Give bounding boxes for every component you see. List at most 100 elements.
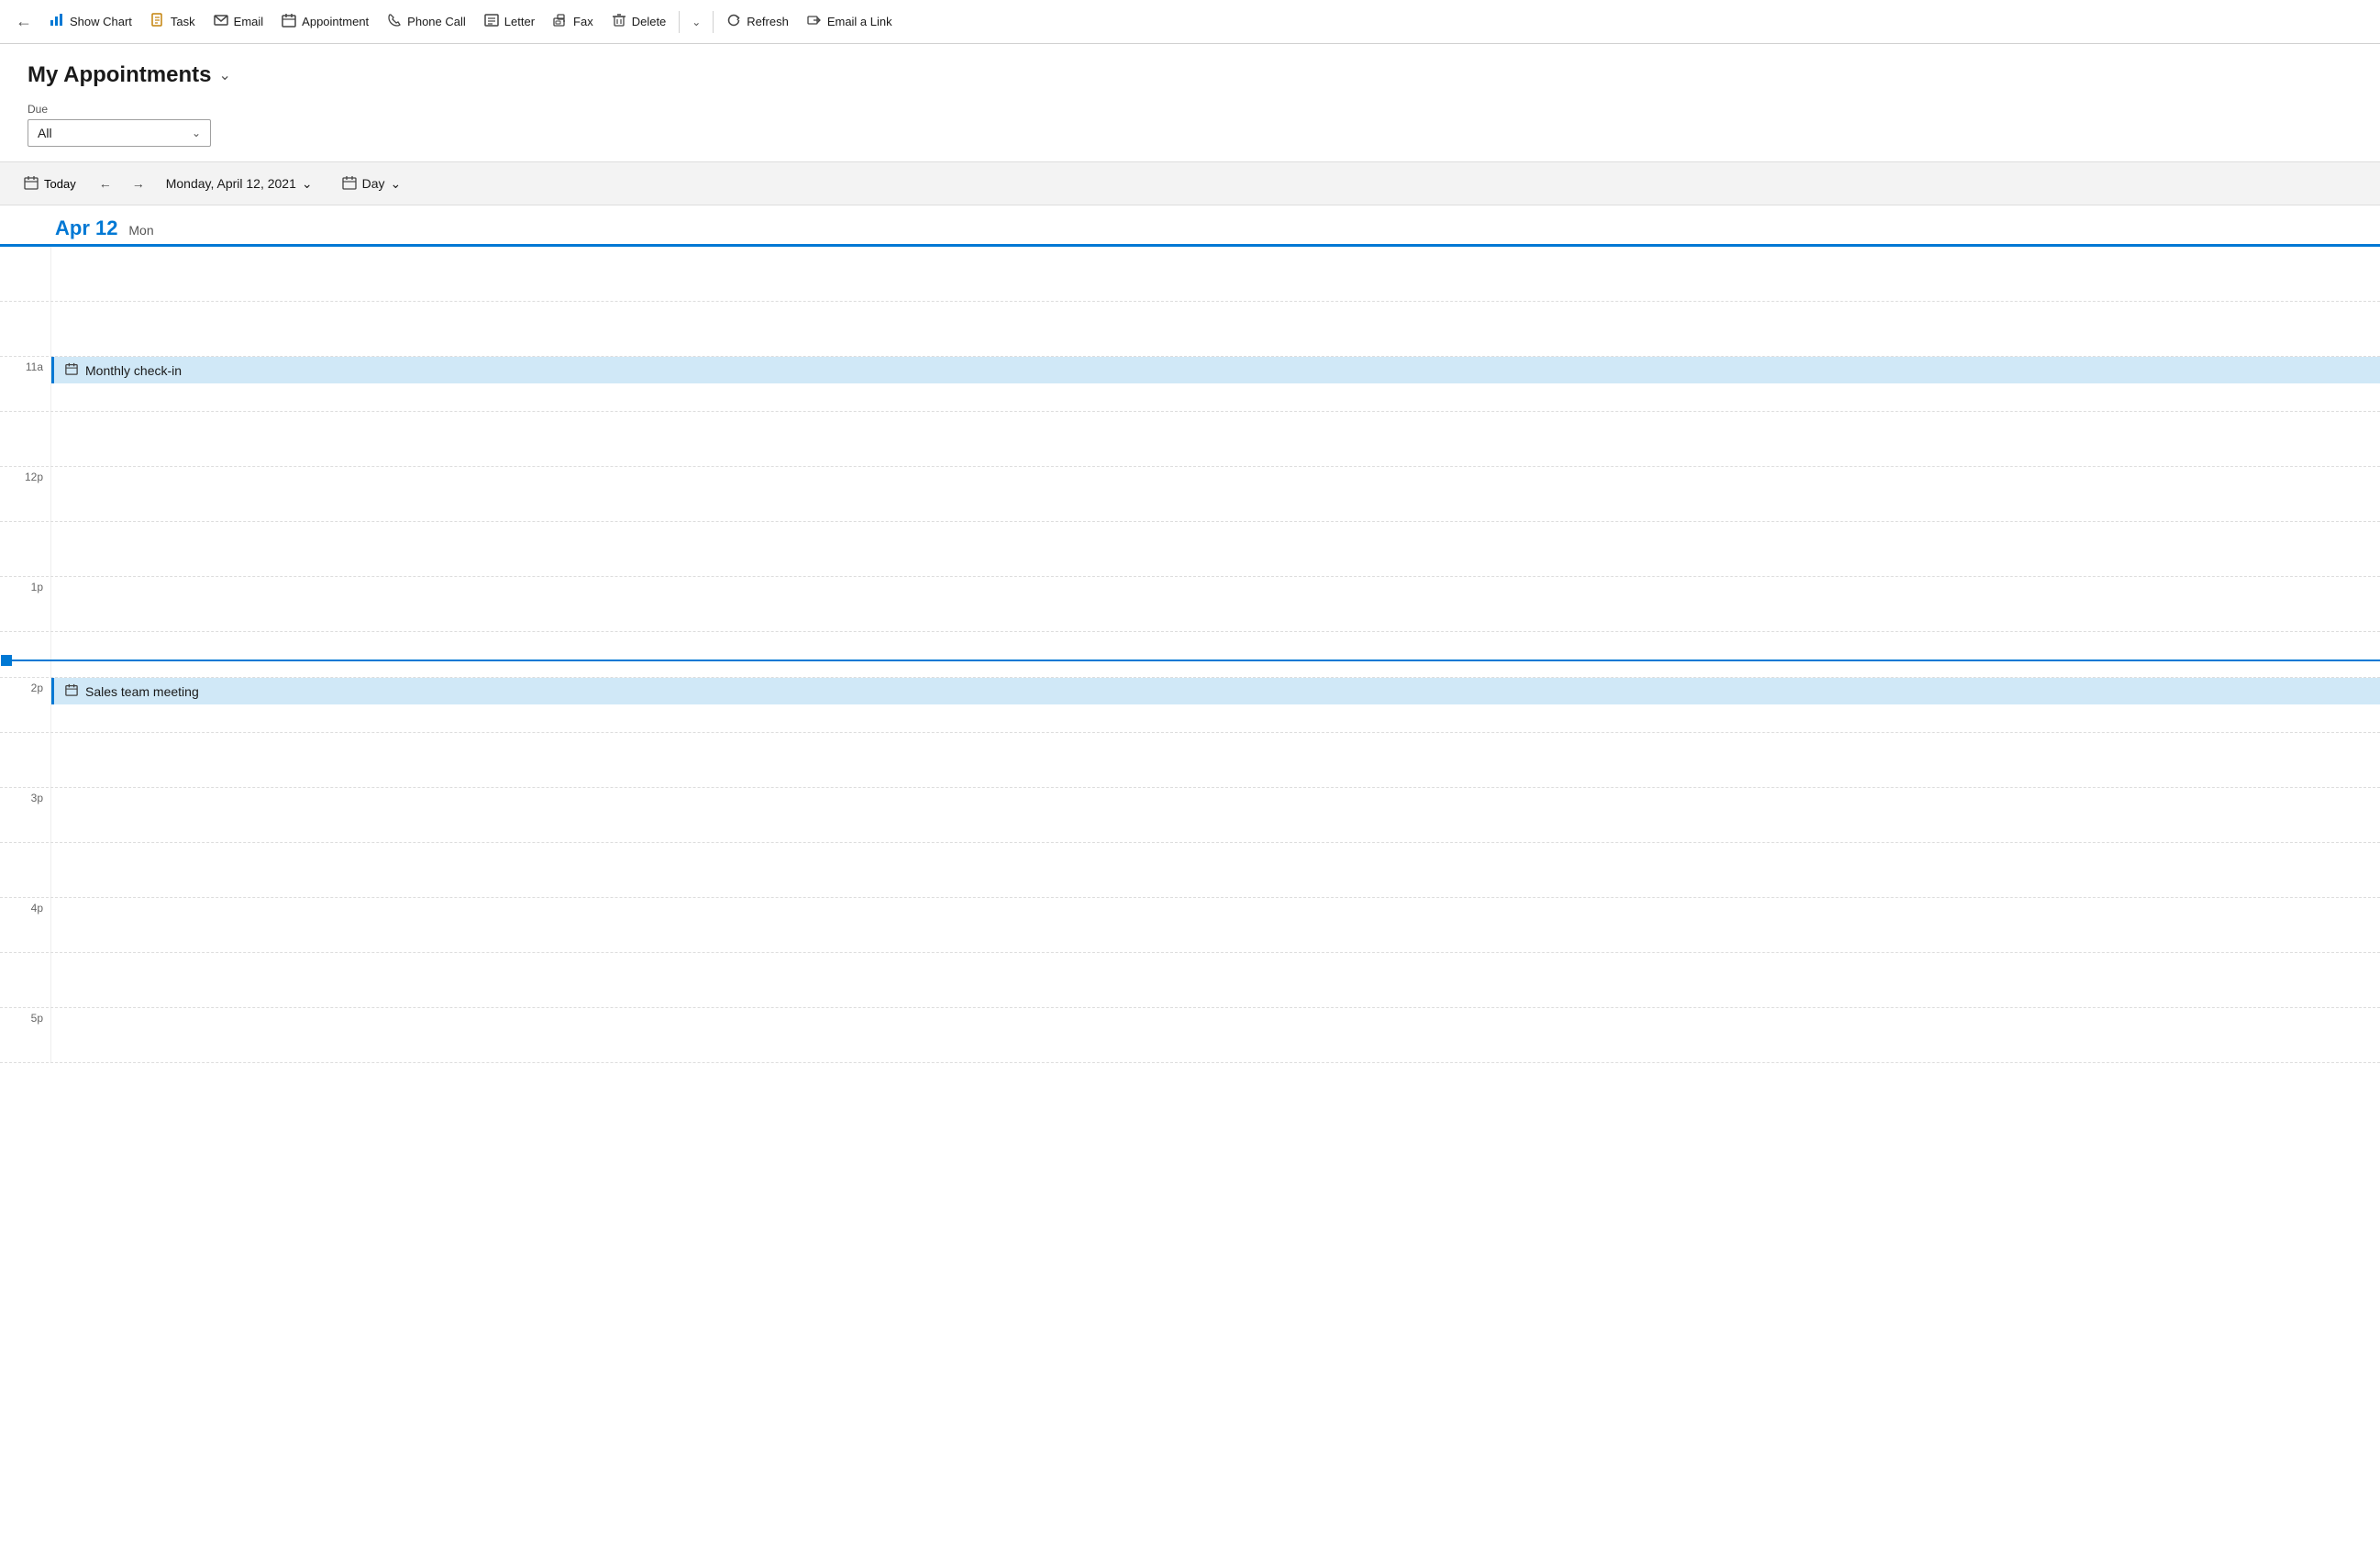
- time-row: [0, 247, 2380, 302]
- time-label-1p: 1p: [0, 577, 50, 631]
- due-filter-select[interactable]: All ⌄: [28, 119, 211, 147]
- time-row-130: [0, 632, 2380, 678]
- time-row-1130: [0, 412, 2380, 467]
- time-slot: [50, 522, 2380, 576]
- email-link-button[interactable]: Email a Link: [798, 7, 902, 37]
- fax-button[interactable]: Fax: [544, 7, 603, 37]
- time-slot: [50, 412, 2380, 466]
- phone-call-button[interactable]: Phone Call: [378, 7, 475, 37]
- time-row-12p: 12p: [0, 467, 2380, 522]
- time-grid: 11a Monthly check-in: [0, 247, 2380, 1063]
- back-button[interactable]: ←: [7, 6, 40, 39]
- time-label-11a: 11a: [0, 357, 50, 411]
- phone-call-label: Phone Call: [407, 15, 466, 28]
- appointment-block-icon-2: [65, 683, 78, 699]
- time-row-2p: 2p Sales team meeting: [0, 678, 2380, 733]
- appointment-monthly-checkin[interactable]: Monthly check-in: [51, 357, 2380, 383]
- time-label-2p: 2p: [0, 678, 50, 732]
- fax-icon: [553, 13, 568, 31]
- appointment-block-icon: [65, 362, 78, 378]
- month-date: Apr 12: [55, 216, 117, 239]
- view-chevron-icon: ⌄: [391, 176, 402, 192]
- current-time-bar: [12, 660, 2380, 661]
- show-chart-icon: [50, 13, 64, 31]
- time-label-empty7: [0, 843, 50, 897]
- toolbar-divider: [679, 11, 680, 33]
- refresh-label: Refresh: [747, 15, 789, 28]
- task-icon: [150, 13, 165, 31]
- filter-row: Due All ⌄: [0, 103, 2380, 161]
- appointment-sales-meeting[interactable]: Sales team meeting: [51, 678, 2380, 704]
- time-slot-5p: [50, 1008, 2380, 1062]
- page-title-row: My Appointments ⌄: [28, 62, 2352, 88]
- time-slot: [50, 247, 2380, 301]
- time-row-1230: [0, 522, 2380, 577]
- back-icon: ←: [16, 12, 32, 31]
- time-label-empty1: [0, 247, 50, 301]
- toolbar: ← Show Chart Task: [0, 0, 2380, 44]
- due-filter-label: Due: [28, 103, 2352, 116]
- time-slot-4p: [50, 898, 2380, 952]
- time-slot-1p: [50, 577, 2380, 631]
- appointment-button[interactable]: Appointment: [272, 7, 378, 37]
- toolbar-divider-2: [713, 11, 714, 33]
- letter-button[interactable]: Letter: [475, 7, 544, 37]
- email-icon: [214, 13, 228, 31]
- time-row-330: [0, 843, 2380, 898]
- prev-arrow-icon: ←: [99, 176, 112, 191]
- time-label-empty2: [0, 302, 50, 356]
- current-time-dot: [1, 655, 12, 666]
- show-chart-label: Show Chart: [70, 15, 132, 28]
- time-label-empty3: [0, 412, 50, 466]
- refresh-button[interactable]: Refresh: [717, 7, 798, 37]
- appointment-label: Appointment: [302, 15, 369, 28]
- appointment-title-1: Monthly check-in: [85, 363, 182, 378]
- time-slot-11a: Monthly check-in: [50, 357, 2380, 411]
- next-arrow-icon: →: [132, 176, 145, 191]
- page-header: My Appointments ⌄: [0, 44, 2380, 103]
- today-label: Today: [44, 177, 76, 191]
- time-slot-2p: Sales team meeting: [50, 678, 2380, 732]
- time-label-empty4: [0, 522, 50, 576]
- letter-icon: [484, 13, 499, 31]
- time-slot: [50, 302, 2380, 356]
- appointment-icon: [282, 13, 296, 31]
- due-filter-value: All: [38, 126, 184, 140]
- show-chart-button[interactable]: Show Chart: [40, 7, 141, 37]
- time-row-5p: 5p: [0, 1008, 2380, 1063]
- appointment-title-2: Sales team meeting: [85, 684, 199, 699]
- phone-icon: [387, 13, 402, 31]
- email-link-label: Email a Link: [827, 15, 892, 28]
- more-actions-button[interactable]: ⌄: [683, 6, 709, 39]
- delete-label: Delete: [632, 15, 667, 28]
- page-title-chevron[interactable]: ⌄: [218, 66, 230, 84]
- delete-icon: [612, 13, 626, 31]
- time-slot-3p: [50, 788, 2380, 842]
- delete-button[interactable]: Delete: [603, 7, 676, 37]
- task-button[interactable]: Task: [141, 7, 205, 37]
- time-label-4p: 4p: [0, 898, 50, 952]
- view-selector[interactable]: Day ⌄: [335, 171, 409, 197]
- refresh-icon: [726, 13, 741, 31]
- email-link-icon: [807, 13, 822, 31]
- time-row-430: [0, 953, 2380, 1008]
- today-button[interactable]: Today: [15, 171, 85, 197]
- time-slot: [50, 843, 2380, 897]
- prev-date-button[interactable]: ←: [93, 171, 118, 196]
- time-label-3p: 3p: [0, 788, 50, 842]
- time-row-11a: 11a Monthly check-in: [0, 357, 2380, 412]
- time-row-230: [0, 733, 2380, 788]
- page-title: My Appointments: [28, 62, 211, 88]
- letter-label: Letter: [504, 15, 535, 28]
- today-calendar-icon: [24, 175, 39, 193]
- time-row-4p: 4p: [0, 898, 2380, 953]
- view-label: Day: [362, 176, 385, 191]
- chevron-down-icon: ⌄: [692, 16, 701, 28]
- next-date-button[interactable]: →: [126, 171, 151, 196]
- date-selector[interactable]: Monday, April 12, 2021 ⌄: [159, 172, 320, 196]
- time-row: [0, 302, 2380, 357]
- time-slot: [50, 953, 2380, 1007]
- time-label-12p: 12p: [0, 467, 50, 521]
- email-button[interactable]: Email: [205, 7, 273, 37]
- due-filter-chevron: ⌄: [192, 127, 201, 139]
